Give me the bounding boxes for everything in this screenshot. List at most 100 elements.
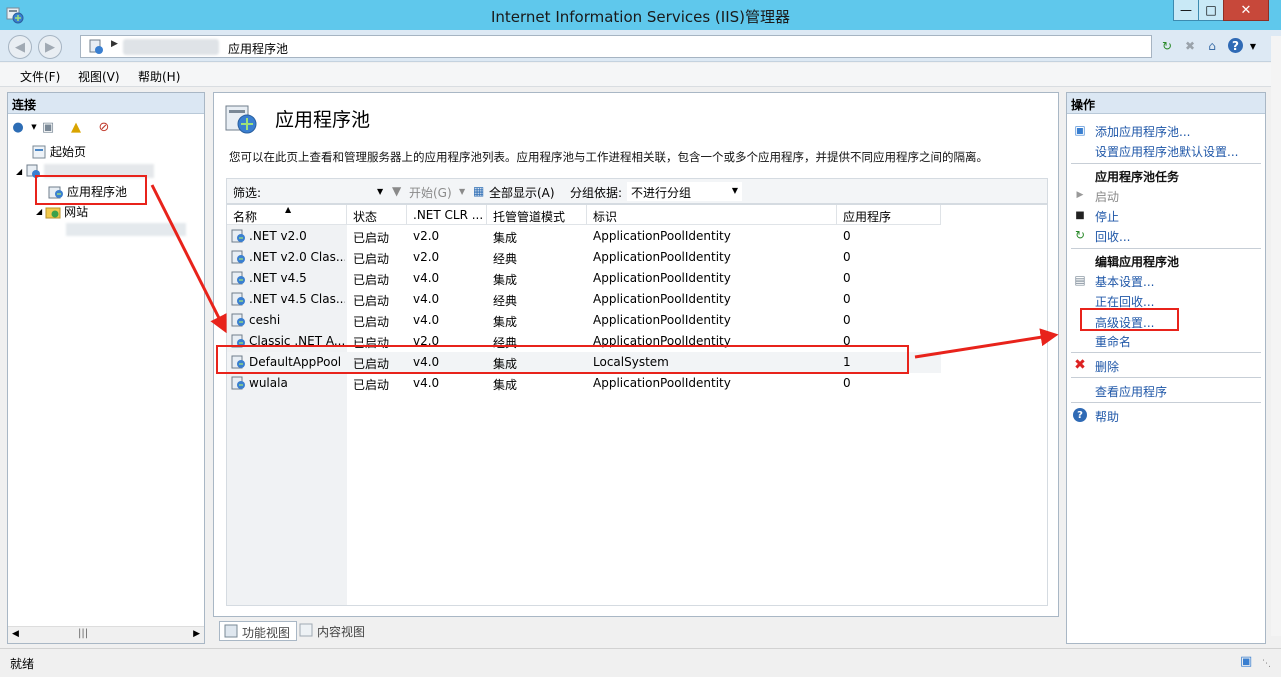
breadcrumb-current[interactable]: 应用程序池 xyxy=(228,40,288,57)
app-pool-icon xyxy=(231,313,245,327)
start-filter-button[interactable]: 开始(G) xyxy=(409,184,452,201)
menu-file[interactable]: 文件(F) xyxy=(20,68,60,85)
show-all-button[interactable]: 全部显示(A) xyxy=(489,184,555,201)
forward-button[interactable]: ▶ xyxy=(38,35,62,59)
close-button[interactable]: ✕ xyxy=(1223,0,1269,21)
disconnect-icon[interactable]: ⊘ xyxy=(96,119,112,135)
app-pools-feature-pane: 应用程序池 您可以在此页上查看和管理服务器上的应用程序池列表。应用程序池与工作进… xyxy=(213,92,1059,617)
connect-globe-icon[interactable]: ● xyxy=(10,119,26,135)
back-button[interactable]: ◀ xyxy=(8,35,32,59)
title-bar: Internet Information Services (IIS)管理器 —… xyxy=(0,0,1281,30)
server-icon xyxy=(89,39,103,54)
address-bar[interactable]: ▶ 应用程序池 xyxy=(80,35,1152,58)
stop-icon[interactable]: ✖ xyxy=(1181,38,1199,54)
home-icon[interactable]: ⌂ xyxy=(1203,38,1221,54)
cell-identity: ApplicationPoolIdentity xyxy=(593,334,731,348)
cell-identity: ApplicationPoolIdentity xyxy=(593,376,731,390)
tree-item-server[interactable]: ◢ xyxy=(16,163,155,179)
cell-apps: 0 xyxy=(843,376,851,390)
actions-separator xyxy=(1071,377,1261,378)
cell-name: DefaultAppPool xyxy=(249,355,342,369)
column-header-identity[interactable]: 标识 xyxy=(587,205,837,225)
table-row[interactable]: .NET v4.5 Clas... 已启动 v4.0 经典 ApplicationPoo… xyxy=(227,289,941,310)
tree-item-app-pools[interactable]: 应用程序池 xyxy=(48,183,128,200)
column-header-pipeline[interactable]: 托管管道模式 xyxy=(487,205,587,225)
column-header-name[interactable]: 名称 ▲ xyxy=(227,205,347,225)
scroll-right-icon[interactable]: ▶ xyxy=(193,629,200,639)
cell-apps: 0 xyxy=(843,292,851,306)
filter-dropdown-icon[interactable]: ▼ xyxy=(377,187,383,196)
app-pool-icon xyxy=(231,376,245,390)
basic-settings-link[interactable]: 基本设置... xyxy=(1095,273,1154,290)
cell-apps: 0 xyxy=(843,313,851,327)
refresh-icon[interactable]: ↻ xyxy=(1158,38,1176,54)
recycle-pool-link[interactable]: 回收... xyxy=(1095,228,1130,245)
cell-status: 已启动 xyxy=(353,357,390,371)
table-row[interactable]: .NET v4.5 已启动 v4.0 集成 ApplicationPoolIdentit… xyxy=(227,268,941,289)
resize-grip-icon[interactable]: ⋱ xyxy=(1262,659,1271,669)
scroll-thumb-grip-icon[interactable]: ||| xyxy=(78,628,88,639)
minimize-button[interactable]: — xyxy=(1173,0,1199,21)
table-row[interactable]: Classic .NET A... 已启动 v2.0 经典 ApplicationPoo… xyxy=(227,331,941,352)
cell-pipeline: 集成 xyxy=(493,231,518,245)
help-dropdown-icon[interactable]: ▼ xyxy=(1244,38,1262,54)
stop-pool-link[interactable]: 停止 xyxy=(1095,208,1119,225)
column-header-status[interactable]: 状态 xyxy=(347,205,407,225)
view-applications-link[interactable]: 查看应用程序 xyxy=(1095,383,1167,400)
list-header: 名称 ▲ 状态 .NET CLR ... 托管管道模式 标识 应用程序 xyxy=(227,205,941,225)
back-arrow-icon: ◀ xyxy=(15,39,25,55)
tree-item-site-redacted[interactable] xyxy=(66,223,186,236)
connections-hscrollbar[interactable]: ◀ ||| ▶ xyxy=(8,626,204,643)
column-header-clr[interactable]: .NET CLR ... xyxy=(407,205,487,225)
address-toolbar: ◀ ▶ ▶ 应用程序池 ↻ ✖ ⌂ ? ▼ xyxy=(0,30,1281,62)
delete-link[interactable]: 删除 xyxy=(1095,358,1119,375)
folder-up-icon[interactable]: ▲ xyxy=(68,119,84,135)
connections-pane: 连接 ● ▼ ▣ ▲ ⊘ 起始页 ◢ 应用程序池 ◢ 网站 ◀ ||| ▶ xyxy=(7,92,205,644)
cell-identity: ApplicationPoolIdentity xyxy=(593,313,731,327)
rename-link[interactable]: 重命名 xyxy=(1095,333,1131,350)
cell-identity: ApplicationPoolIdentity xyxy=(593,250,731,264)
app-pool-icon xyxy=(231,229,245,243)
menu-help[interactable]: 帮助(H) xyxy=(138,68,180,85)
help-link[interactable]: 帮助 xyxy=(1095,408,1119,425)
menu-view[interactable]: 视图(V) xyxy=(78,68,120,85)
table-row[interactable]: ceshi 已启动 v4.0 集成 ApplicationPoolIdentity 0 xyxy=(227,310,941,331)
cell-pipeline: 经典 xyxy=(493,294,518,308)
tree-item-sites[interactable]: ◢ 网站 xyxy=(36,203,88,220)
cell-apps: 0 xyxy=(843,250,851,264)
scroll-left-icon[interactable]: ◀ xyxy=(12,629,19,639)
recycling-link[interactable]: 正在回收... xyxy=(1095,293,1154,310)
cell-name: wulala xyxy=(249,376,288,390)
help-icon[interactable]: ? xyxy=(1228,38,1243,53)
cell-apps: 0 xyxy=(843,271,851,285)
group-by-select[interactable]: 不进行分组 ▼ xyxy=(627,182,742,201)
cell-pipeline: 经典 xyxy=(493,336,518,350)
column-header-applications[interactable]: 应用程序 xyxy=(837,205,941,225)
tab-content-view[interactable]: 内容视图 xyxy=(295,621,371,641)
table-row[interactable]: .NET v2.0 Clas... 已启动 v2.0 经典 ApplicationPoo… xyxy=(227,247,941,268)
cell-status: 已启动 xyxy=(353,294,390,308)
cell-clr: v4.0 xyxy=(413,271,440,285)
cell-identity: ApplicationPoolIdentity xyxy=(593,271,731,285)
advanced-settings-link[interactable]: 高级设置... xyxy=(1095,314,1154,331)
tree-item-start-page[interactable]: 起始页 xyxy=(31,143,86,160)
cell-status: 已启动 xyxy=(353,231,390,245)
table-row[interactable]: .NET v2.0 已启动 v2.0 集成 ApplicationPoolIdentit… xyxy=(227,226,941,247)
table-row[interactable]: wulala 已启动 v4.0 集成 ApplicationPoolIdentity 0 xyxy=(227,373,941,394)
start-pool-link[interactable]: 启动 xyxy=(1095,188,1119,205)
app-pool-icon xyxy=(48,186,63,198)
tab-features-view[interactable]: 功能视图 xyxy=(219,621,298,641)
cell-status: 已启动 xyxy=(353,378,390,392)
set-pool-defaults-link[interactable]: 设置应用程序池默认设置... xyxy=(1095,143,1238,160)
start-dropdown-icon[interactable]: ▼ xyxy=(459,187,465,196)
save-icon[interactable]: ▣ xyxy=(40,119,56,135)
recycle-icon: ↻ xyxy=(1074,228,1086,242)
add-app-pool-link[interactable]: 添加应用程序池... xyxy=(1095,123,1190,140)
maximize-button[interactable]: □ xyxy=(1198,0,1224,21)
breadcrumb-arrow-icon: ▶ xyxy=(111,39,118,49)
sites-folder-icon xyxy=(45,207,61,218)
cell-name: .NET v2.0 xyxy=(249,229,307,243)
table-row[interactable]: DefaultAppPool 已启动 v4.0 集成 LocalSystem 1 xyxy=(227,352,941,373)
cell-status: 已启动 xyxy=(353,273,390,287)
cell-clr: v4.0 xyxy=(413,292,440,306)
